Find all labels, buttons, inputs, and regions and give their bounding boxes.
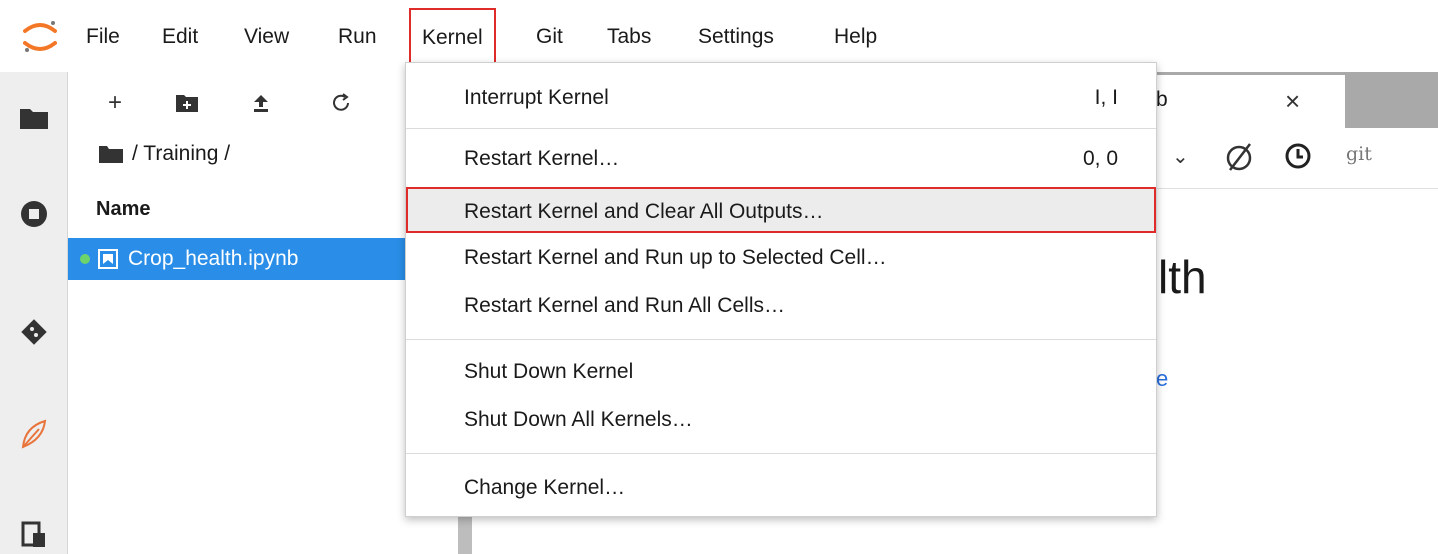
column-header-name[interactable]: Name — [96, 198, 150, 221]
file-browser: + / Training / Name Crop_health.ipynb — [68, 72, 458, 554]
tab-label: b — [1156, 88, 1168, 111]
menu-kernel[interactable]: Kernel — [409, 8, 496, 64]
menu-item-change-kernel[interactable]: Change Kernel… — [406, 465, 1156, 511]
menu-git[interactable]: Git — [526, 20, 573, 54]
menu-separator — [406, 339, 1156, 340]
list-item[interactable]: Crop_health.ipynb — [68, 238, 458, 280]
running-indicator — [80, 254, 90, 264]
menu-separator — [406, 128, 1156, 129]
notebook-icon — [98, 249, 118, 269]
extension-leaf-icon[interactable] — [14, 414, 54, 454]
jupyter-logo-icon[interactable] — [20, 17, 60, 57]
plus-icon[interactable]: + — [98, 86, 132, 120]
file-name: Crop_health.ipynb — [128, 247, 299, 270]
menu-separator — [406, 453, 1156, 454]
menu-item-restart-kernel[interactable]: Restart Kernel… 0, 0 — [406, 136, 1156, 182]
running-kernels-icon[interactable] — [14, 194, 54, 234]
menu-settings[interactable]: Settings — [688, 20, 784, 54]
git-label[interactable]: git — [1346, 143, 1372, 165]
menu-item-restart-run-all[interactable]: Restart Kernel and Run All Cells… — [406, 283, 1156, 329]
kernel-menu: Interrupt Kernel I, I Restart Kernel… 0,… — [405, 62, 1157, 517]
close-icon[interactable]: × — [1285, 86, 1300, 117]
git-icon[interactable] — [14, 312, 54, 352]
menu-item-restart-run-to-selected[interactable]: Restart Kernel and Run up to Selected Ce… — [406, 235, 1156, 281]
chevron-down-icon[interactable]: ⌄ — [1172, 144, 1189, 169]
clock-icon[interactable] — [1284, 142, 1312, 170]
menu-item-restart-clear-outputs[interactable]: Restart Kernel and Clear All Outputs… — [406, 187, 1156, 233]
menu-item-shut-down-kernel[interactable]: Shut Down Kernel — [406, 349, 1156, 395]
notebook-heading: lth — [1158, 251, 1207, 303]
menu-item-interrupt-kernel[interactable]: Interrupt Kernel I, I — [406, 75, 1156, 121]
new-folder-icon[interactable] — [170, 86, 204, 120]
breadcrumb-path[interactable]: / Training / — [132, 142, 230, 166]
activity-bar — [0, 72, 68, 554]
kernel-status-icon[interactable] — [1222, 140, 1256, 174]
menu-run[interactable]: Run — [328, 20, 387, 54]
breadcrumb: / Training / — [98, 142, 230, 166]
folder-icon[interactable] — [14, 98, 54, 138]
menu-edit[interactable]: Edit — [152, 20, 208, 54]
upload-icon[interactable] — [244, 86, 278, 120]
menu-view[interactable]: View — [234, 20, 299, 54]
menu-file[interactable]: File — [76, 20, 130, 54]
property-inspector-icon[interactable] — [14, 514, 54, 554]
menu-help[interactable]: Help — [824, 20, 887, 54]
menu-tabs[interactable]: Tabs — [597, 20, 661, 54]
menu-item-shut-down-all-kernels[interactable]: Shut Down All Kernels… — [406, 397, 1156, 443]
notebook-link[interactable]: e — [1156, 366, 1168, 392]
breadcrumb-folder-icon[interactable] — [98, 144, 124, 164]
refresh-icon[interactable] — [324, 86, 358, 120]
